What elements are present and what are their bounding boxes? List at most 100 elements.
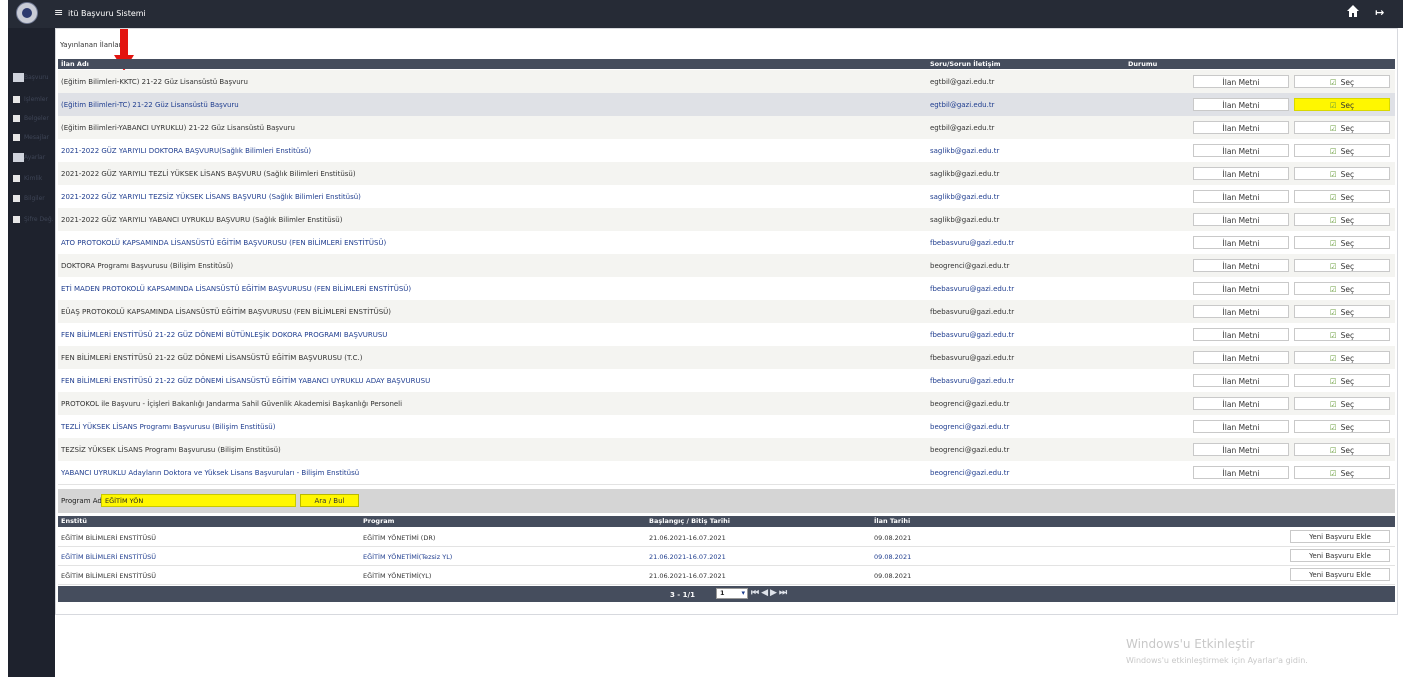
- ilan-name[interactable]: EÜAŞ PROTOKOLÜ KAPSAMINDA LİSANSÜSTÜ EĞİ…: [61, 308, 391, 316]
- ilan-metni-button[interactable]: İlan Metni: [1193, 282, 1289, 295]
- ilan-name[interactable]: DOKTORA Programı Başvurusu (Bilişim Enst…: [61, 262, 233, 270]
- yeni-basvuru-button[interactable]: Yeni Başvuru Ekle: [1290, 530, 1390, 543]
- ilan-metni-button[interactable]: İlan Metni: [1193, 374, 1289, 387]
- home-icon[interactable]: [1346, 4, 1360, 18]
- table-row: ETİ MADEN PROTOKOLÜ KAPSAMINDA LİSANSÜST…: [58, 277, 1395, 301]
- checkbox-icon: ☑: [1329, 101, 1337, 110]
- sidebar-item-4[interactable]: Mesajlar: [11, 132, 55, 146]
- sec-button[interactable]: ☑ Seç: [1294, 190, 1390, 203]
- ilan-name[interactable]: FEN BİLİMLERİ ENSTİTÜSÜ 21-22 GÜZ DÖNEMİ…: [61, 354, 362, 362]
- ilan-name[interactable]: TEZSİZ YÜKSEK LİSANS Programı Başvurusu …: [61, 446, 281, 454]
- sec-button[interactable]: ☑ Seç: [1294, 236, 1390, 249]
- sec-button[interactable]: ☑ Seç: [1294, 328, 1390, 341]
- table-row: TEZLİ YÜKSEK LİSANS Programı Başvurusu (…: [58, 415, 1395, 439]
- col-header-name: İlan Adı: [61, 60, 89, 68]
- ilan-metni-button[interactable]: İlan Metni: [1193, 98, 1289, 111]
- ilan-name[interactable]: (Eğitim Bilimleri-TC) 21-22 Güz Lisansüs…: [61, 101, 239, 109]
- ilan-name[interactable]: TEZLİ YÜKSEK LİSANS Programı Başvurusu (…: [61, 423, 275, 431]
- ilan-metni-button[interactable]: İlan Metni: [1193, 190, 1289, 203]
- ilan-metni-button[interactable]: İlan Metni: [1193, 397, 1289, 410]
- sidebar-item-6[interactable]: Kimlik: [11, 173, 55, 187]
- sec-button[interactable]: ☑ Seç: [1294, 259, 1390, 272]
- program-search-input[interactable]: [101, 494, 296, 507]
- sec-button[interactable]: ☑ Seç: [1294, 213, 1390, 226]
- table-row: EĞİTİM BİLİMLERİ ENSTİTÜSÜ EĞİTİM YÖNETİM…: [58, 547, 1395, 566]
- ilan-metni-button[interactable]: İlan Metni: [1193, 420, 1289, 433]
- search-button[interactable]: Ara / Bul: [300, 494, 359, 507]
- ilan-name[interactable]: YABANCI UYRUKLU Adayların Doktora ve Yük…: [61, 469, 359, 477]
- sidebar-item-label: Başvuru: [24, 74, 49, 81]
- sidebar-item-5[interactable]: Ayarlar: [11, 152, 55, 166]
- sidebar-item-7[interactable]: Bilgiler: [11, 193, 55, 207]
- contact-email: saglikb@gazi.edu.tr: [930, 216, 1000, 224]
- ilan-name[interactable]: FEN BİLİMLERİ ENSTİTÜSÜ 21-22 GÜZ DÖNEMİ…: [61, 331, 387, 339]
- sec-label: Seç: [1340, 285, 1355, 294]
- yeni-basvuru-button[interactable]: Yeni Başvuru Ekle: [1290, 568, 1390, 581]
- sec-button[interactable]: ☑ Seç: [1294, 98, 1390, 111]
- sec-button[interactable]: ☑ Seç: [1294, 282, 1390, 295]
- ilan-name[interactable]: FEN BİLİMLERİ ENSTİTÜSÜ 21-22 GÜZ DÖNEMİ…: [61, 377, 430, 385]
- ilan-name[interactable]: ETİ MADEN PROTOKOLÜ KAPSAMINDA LİSANSÜST…: [61, 285, 411, 293]
- sec-button[interactable]: ☑ Seç: [1294, 351, 1390, 364]
- program-cell: EĞİTİM YÖNETİMİ (DR): [363, 534, 436, 542]
- sec-button[interactable]: ☑ Seç: [1294, 144, 1390, 157]
- sidebar-item-3[interactable]: Belgeler: [11, 113, 55, 127]
- ilan-metni-button[interactable]: İlan Metni: [1193, 144, 1289, 157]
- sidebar-item-2[interactable]: İşlemler: [11, 94, 55, 108]
- ilan-name[interactable]: 2021-2022 GÜZ YARIYILI TEZLİ YÜKSEK LİSA…: [61, 170, 356, 178]
- program-cell: EĞİTİM YÖNETİMİ(Tezsiz YL): [363, 553, 453, 561]
- sec-label: Seç: [1340, 170, 1355, 179]
- sec-label: Seç: [1340, 446, 1355, 455]
- ilan-metni-button[interactable]: İlan Metni: [1193, 121, 1289, 134]
- top-bar: ≡ itü Başvuru Sistemi ↦: [8, 0, 1403, 28]
- sec-label: Seç: [1340, 400, 1355, 409]
- ilan-name[interactable]: (Eğitim Bilimleri-YABANCI UYRUKLU) 21-22…: [61, 124, 295, 132]
- pager-nav-icons[interactable]: ⏮◀▶⏭: [751, 588, 789, 598]
- sec-button[interactable]: ☑ Seç: [1294, 167, 1390, 180]
- page-select[interactable]: 1 ▾: [716, 588, 748, 599]
- sec-label: Seç: [1340, 239, 1355, 248]
- ilan-metni-button[interactable]: İlan Metni: [1193, 443, 1289, 456]
- ilan-metni-button[interactable]: İlan Metni: [1193, 213, 1289, 226]
- sec-button[interactable]: ☑ Seç: [1294, 374, 1390, 387]
- ilan-name[interactable]: 2021-2022 GÜZ YARIYILI DOKTORA BAŞVURU(S…: [61, 147, 311, 155]
- sidebar-item-8[interactable]: Şifre Değ.: [11, 214, 55, 228]
- sec-button[interactable]: ☑ Seç: [1294, 420, 1390, 433]
- ilan-name[interactable]: (Eğitim Bilimleri-KKTC) 21-22 Güz Lisans…: [61, 78, 248, 86]
- sec-button[interactable]: ☑ Seç: [1294, 443, 1390, 456]
- sec-button[interactable]: ☑ Seç: [1294, 121, 1390, 134]
- ilan-metni-button[interactable]: İlan Metni: [1193, 328, 1289, 341]
- sec-button[interactable]: ☑ Seç: [1294, 397, 1390, 410]
- pager-info: 3 - 1/1: [670, 591, 695, 599]
- ilan-metni-button[interactable]: İlan Metni: [1193, 351, 1289, 364]
- ilan-name[interactable]: 2021-2022 GÜZ YARIYILI YABANCI UYRUKLU B…: [61, 216, 342, 224]
- checkbox-icon: ☑: [1329, 262, 1337, 271]
- sec-label: Seç: [1340, 354, 1355, 363]
- sidebar-item-label: Belgeler: [24, 115, 49, 122]
- ilan-name[interactable]: PROTOKOL ile Başvuru - İçişleri Bakanlığ…: [61, 400, 402, 408]
- ilan-name[interactable]: ATO PROTOKOLÜ KAPSAMINDA LİSANSÜSTÜ EĞİT…: [61, 239, 386, 247]
- sec-button[interactable]: ☑ Seç: [1294, 305, 1390, 318]
- table-row: FEN BİLİMLERİ ENSTİTÜSÜ 21-22 GÜZ DÖNEMİ…: [58, 323, 1395, 347]
- ilan-metni-button[interactable]: İlan Metni: [1193, 75, 1289, 88]
- ilan-name[interactable]: 2021-2022 GÜZ YARIYILI TEZSİZ YÜKSEK LİS…: [61, 193, 361, 201]
- sidebar: Başvuru İşlemler Belgeler Mesajlar Ayarlar Ki…: [8, 28, 55, 677]
- sec-label: Seç: [1340, 377, 1355, 386]
- ilan-metni-button[interactable]: İlan Metni: [1193, 167, 1289, 180]
- sidebar-item-1[interactable]: Başvuru: [11, 72, 55, 86]
- hamburger-menu-icon[interactable]: ≡: [54, 7, 63, 19]
- ilan-metni-button[interactable]: İlan Metni: [1193, 259, 1289, 272]
- sec-button[interactable]: ☑ Seç: [1294, 466, 1390, 479]
- square-icon: [13, 96, 20, 103]
- breadcrumb: Yayınlanan İlanlar: [60, 41, 122, 49]
- sidebar-item-label: Kimlik: [24, 175, 43, 182]
- sec-label: Seç: [1340, 193, 1355, 202]
- ilan-metni-button[interactable]: İlan Metni: [1193, 466, 1289, 479]
- ilan-metni-button[interactable]: İlan Metni: [1193, 236, 1289, 249]
- logout-icon[interactable]: ↦: [1375, 6, 1384, 19]
- yeni-basvuru-button[interactable]: Yeni Başvuru Ekle: [1290, 549, 1390, 562]
- windows-activation-title: Windows'u Etkinleştir: [1126, 637, 1255, 651]
- ilan-metni-button[interactable]: İlan Metni: [1193, 305, 1289, 318]
- contact-email: beogrenci@gazi.edu.tr: [930, 469, 1010, 477]
- sec-button[interactable]: ☑ Seç: [1294, 75, 1390, 88]
